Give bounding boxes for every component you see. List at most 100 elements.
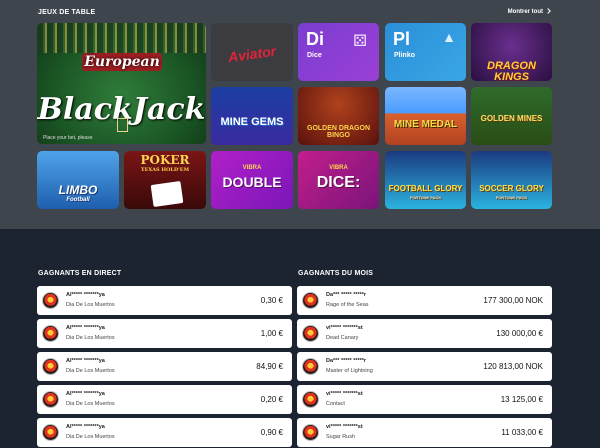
- live-winner-row[interactable]: Al***** *******ya Dia De Los Muertos 0,3…: [37, 286, 292, 315]
- live-winner-row[interactable]: Al***** *******ya Dia De Los Muertos 0,2…: [37, 385, 292, 414]
- month-winner-row[interactable]: vi***** *******st Sugar Rush 11 033,00 €: [297, 418, 552, 447]
- month-winner-row[interactable]: Da*** ***** *****r Rage of the Seas 177 …: [297, 286, 552, 315]
- game-tile-dragon-kings[interactable]: DRAGON KINGS: [471, 23, 552, 81]
- game-tile-soccer-glory[interactable]: SOCCER GLORY FORTUNE PACK: [471, 151, 552, 209]
- game-tile-poker[interactable]: POKER TEXAS HOLD'EM: [124, 151, 206, 209]
- month-winner-row[interactable]: vi***** *******st Contact 13 125,00 €: [297, 385, 552, 414]
- winner-amount: 0,20 €: [260, 395, 283, 404]
- winner-user: Da*** ***** *****r: [326, 358, 367, 364]
- winner-amount: 0,30 €: [260, 296, 283, 305]
- tile-name: Dice: [307, 52, 322, 59]
- game-thumbnail-icon: [302, 358, 319, 375]
- game-thumbnail-icon: [42, 325, 59, 342]
- game-tile-football-glory[interactable]: FOOTBALL GLORY FORTUNE PACK: [385, 151, 466, 209]
- winner-user: vi***** *******st: [326, 424, 363, 430]
- pyramid-icon: ▲: [442, 29, 456, 45]
- live-winner-row[interactable]: Al***** *******ya Dia De Los Muertos 84,…: [37, 352, 292, 381]
- winner-amount: 120 813,00 NOK: [483, 362, 543, 371]
- game-thumbnail-icon: [302, 292, 319, 309]
- winner-game: Dia De Los Muertos: [66, 302, 115, 308]
- winner-user: vi***** *******st: [326, 391, 363, 397]
- winner-amount: 11 033,00 €: [501, 428, 543, 437]
- game-thumbnail-icon: [302, 325, 319, 342]
- game-tile-limbo-football[interactable]: LIMBO Football: [37, 151, 119, 209]
- tile-title: MINE GEMS: [220, 116, 284, 128]
- month-winners-title: GAGNANTS DU MOIS: [298, 270, 374, 277]
- winner-game: Dia De Los Muertos: [66, 368, 115, 374]
- tile-title-line1: European: [82, 53, 162, 71]
- cards-icon: [150, 181, 184, 207]
- card-slot: [117, 118, 128, 132]
- tile-title: GOLDEN DRAGON BINGO: [307, 125, 370, 139]
- winner-game: Rage of the Seas: [326, 302, 369, 308]
- tile-title: DRAGON KINGS: [487, 60, 536, 82]
- table-games-section: JEUX DE TABLE Montrer tout European Blac…: [0, 0, 600, 229]
- winner-amount: 177 300,00 NOK: [483, 296, 543, 305]
- winner-user: Al***** *******ya: [66, 391, 105, 397]
- tile-title: MINE MEDAL: [393, 119, 458, 130]
- winner-game: Dia De Los Muertos: [66, 434, 115, 440]
- game-tile-mine-medal[interactable]: MINE MEDAL: [385, 87, 466, 145]
- tile-title: POKER: [140, 153, 190, 167]
- winner-amount: 84,90 €: [256, 362, 283, 371]
- tile-code: Pl: [393, 29, 411, 49]
- winner-game: Contact: [326, 401, 345, 407]
- winner-user: Al***** *******ya: [66, 424, 105, 430]
- month-winner-row[interactable]: Da*** ***** *****r Master of Lightning 1…: [297, 352, 552, 381]
- month-winner-row[interactable]: vi***** *******st Dead Canary 130 000,00…: [297, 319, 552, 348]
- game-tile-golden-dragon-bingo[interactable]: GOLDEN DRAGON BINGO: [298, 87, 379, 145]
- tile-name: Plinko: [394, 52, 416, 59]
- game-thumbnail-icon: [42, 391, 59, 408]
- game-thumbnail-icon: [302, 391, 319, 408]
- live-winner-row[interactable]: Al***** *******ya Dia De Los Muertos 1,0…: [37, 319, 292, 348]
- winner-user: vi***** *******st: [326, 325, 363, 331]
- tile-subtitle: FORTUNE PACK: [495, 195, 528, 200]
- tile-subtitle: FORTUNE PACK: [409, 195, 442, 200]
- live-winner-row[interactable]: Al***** *******ya Dia De Los Muertos 0,9…: [37, 418, 292, 447]
- game-tile-european-blackjack[interactable]: European BlackJack Place your bet, pleas…: [37, 23, 206, 144]
- tile-title: DICE:: [316, 174, 361, 191]
- game-tile-aviator[interactable]: Aviator: [211, 23, 293, 81]
- winner-user: Da*** ***** *****r: [326, 292, 367, 298]
- game-thumbnail-icon: [302, 424, 319, 441]
- winner-amount: 13 125,00 €: [500, 395, 543, 404]
- tile-title: GOLDEN MINES: [480, 114, 543, 123]
- tile-title: SOCCER GLORY: [479, 184, 544, 193]
- live-winners-title: GAGNANTS EN DIRECT: [38, 270, 122, 277]
- show-all-label[interactable]: Montrer tout: [508, 9, 543, 15]
- show-all-link[interactable]: Montrer tout: [508, 7, 551, 15]
- game-tile-vibra-double[interactable]: VIBRA DOUBLE: [211, 151, 293, 209]
- game-tile-vibra-dice[interactable]: VIBRA DICE:: [298, 151, 379, 209]
- tile-title: DOUBLE: [222, 174, 282, 190]
- tile-subtitle: Football: [66, 197, 90, 203]
- tile-subtitle: TEXAS HOLD'EM: [140, 167, 190, 173]
- tile-subtitle: VIBRA: [329, 165, 348, 171]
- game-tile-plinko[interactable]: Pl Plinko ▲: [385, 23, 466, 81]
- winner-user: Al***** *******ya: [66, 292, 105, 298]
- game-tile-dice[interactable]: Di Dice ⚄: [298, 23, 379, 81]
- winner-game: Dia De Los Muertos: [66, 335, 115, 341]
- tile-caption: Place your bet, please: [43, 135, 93, 141]
- game-tile-mine-gems[interactable]: MINE GEMS: [211, 87, 293, 145]
- game-tile-golden-mines[interactable]: GOLDEN MINES: [471, 87, 552, 145]
- tile-title: Aviator: [226, 42, 277, 66]
- winner-game: Sugar Rush: [326, 434, 356, 440]
- tile-title: FOOTBALL GLORY: [388, 184, 463, 193]
- game-thumbnail-icon: [42, 358, 59, 375]
- chevron-right-icon: [545, 7, 551, 14]
- tile-subtitle: VIBRA: [242, 165, 262, 171]
- winner-game: Dia De Los Muertos: [66, 401, 115, 407]
- winner-game: Master of Lightning: [326, 368, 373, 374]
- game-thumbnail-icon: [42, 292, 59, 309]
- chips-rack: [37, 23, 206, 53]
- tile-title: LIMBO: [58, 183, 98, 197]
- winner-game: Dead Canary: [326, 335, 359, 341]
- winner-user: Al***** *******ya: [66, 358, 105, 364]
- winner-amount: 130 000,00 €: [496, 329, 543, 338]
- section-title: JEUX DE TABLE: [38, 9, 96, 16]
- dice-icon: ⚄: [353, 33, 367, 50]
- game-thumbnail-icon: [42, 424, 59, 441]
- tile-code: Di: [306, 29, 324, 49]
- winner-amount: 1,00 €: [260, 329, 283, 338]
- winner-user: Al***** *******ya: [66, 325, 105, 331]
